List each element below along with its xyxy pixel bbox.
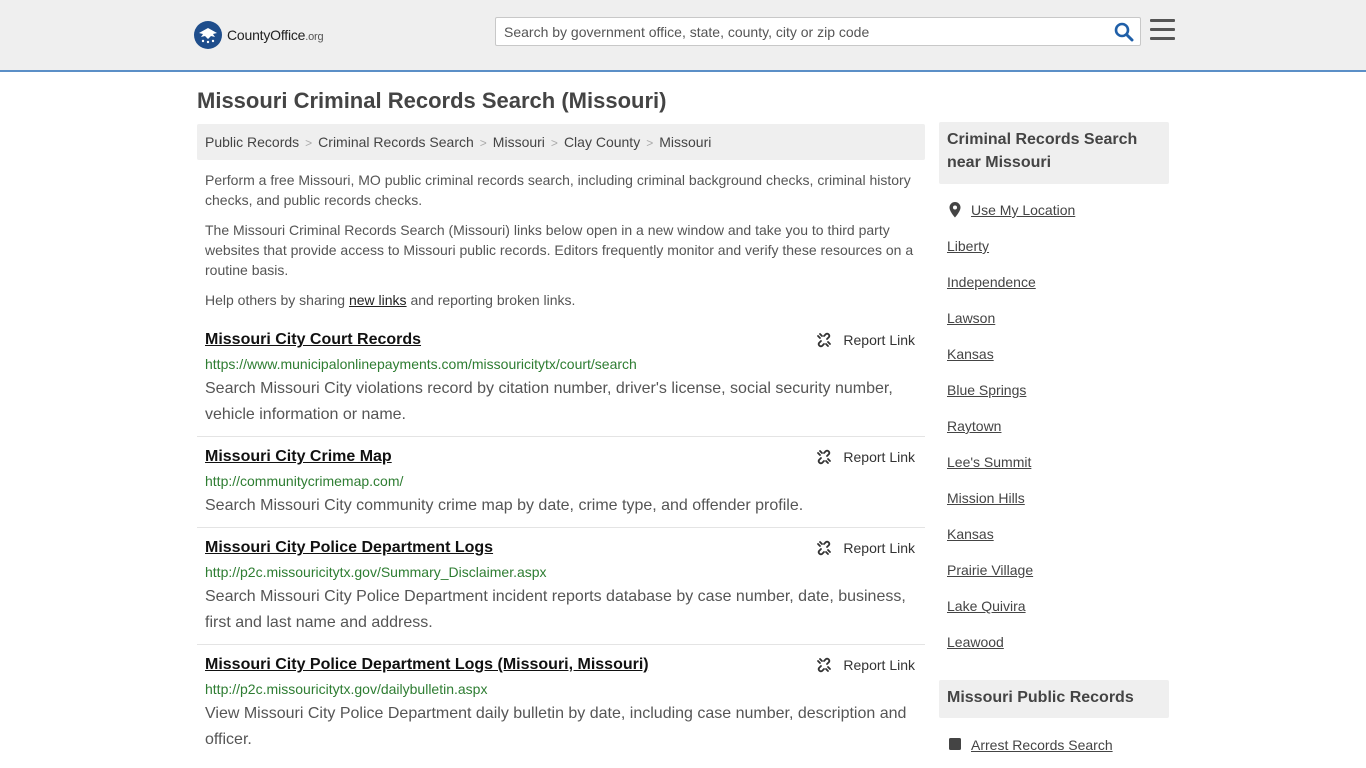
nearby-link-kansas-2[interactable]: Kansas	[947, 526, 994, 542]
search-button[interactable]	[1114, 22, 1134, 42]
arrest-records-search-link[interactable]: Arrest Records Search	[971, 737, 1113, 753]
site-logo[interactable]: CountyOffice.org	[194, 20, 324, 50]
breadcrumb-clay-county[interactable]: Clay County	[564, 134, 640, 150]
nearby-link-lake-quivira[interactable]: Lake Quivira	[947, 598, 1026, 614]
report-link-button[interactable]: Report Link	[816, 540, 915, 556]
map-pin-icon	[949, 202, 961, 218]
help-text-before: Help others by sharing	[205, 292, 349, 308]
help-text-after: and reporting broken links.	[406, 292, 576, 308]
result-item: Missouri City Court Records Report Link …	[197, 331, 925, 437]
eagle-logo-icon	[194, 21, 222, 49]
breadcrumb-current: Missouri	[659, 134, 712, 150]
nearby-link-lees-summit[interactable]: Lee's Summit	[947, 454, 1031, 470]
result-url: https://www.municipalonlinepayments.com/…	[205, 356, 637, 372]
result-title-link[interactable]: Missouri City Court Records	[205, 331, 421, 349]
page-title: Missouri Criminal Records Search (Missou…	[197, 88, 667, 113]
result-item: Missouri City Police Department Logs (Mi…	[197, 656, 925, 768]
report-link-button[interactable]: Report Link	[816, 449, 915, 465]
nearby-link-independence[interactable]: Independence	[947, 274, 1036, 290]
breadcrumb-separator-icon: >	[479, 136, 487, 150]
intro-paragraph: Perform a free Missouri, MO public crimi…	[205, 172, 911, 208]
breadcrumb-separator-icon: >	[305, 136, 313, 150]
nearby-heading: Criminal Records Search near Missouri	[939, 122, 1169, 184]
result-item: Missouri City Police Department Logs Rep…	[197, 539, 925, 645]
result-description: Search Missouri City violations record b…	[205, 380, 893, 423]
site-header: CountyOffice.org	[0, 0, 1366, 72]
broken-link-icon	[817, 657, 832, 673]
logo-text: CountyOffice	[227, 27, 306, 43]
breadcrumb-criminal-records-search[interactable]: Criminal Records Search	[318, 134, 474, 150]
report-link-label: Report Link	[843, 540, 915, 556]
nearby-link-blue-springs[interactable]: Blue Springs	[947, 382, 1026, 398]
broken-link-icon	[817, 332, 832, 348]
result-description: View Missouri City Police Department dai…	[205, 705, 907, 748]
result-title-link[interactable]: Missouri City Police Department Logs (Mi…	[205, 656, 649, 674]
broken-link-icon	[817, 540, 832, 556]
new-links-link[interactable]: new links	[349, 292, 407, 308]
search-icon	[1114, 22, 1134, 42]
report-link-label: Report Link	[843, 332, 915, 348]
nearby-link-mission-hills[interactable]: Mission Hills	[947, 490, 1025, 506]
result-url: http://p2c.missouricitytx.gov/dailybulle…	[205, 681, 488, 697]
breadcrumb-separator-icon: >	[550, 136, 558, 150]
breadcrumb-public-records[interactable]: Public Records	[205, 134, 299, 150]
report-link-label: Report Link	[843, 657, 915, 673]
report-link-button[interactable]: Report Link	[816, 332, 915, 348]
breadcrumb: Public Records > Criminal Records Search > M…	[197, 124, 925, 160]
breadcrumb-separator-icon: >	[646, 136, 654, 150]
nearby-link-lawson[interactable]: Lawson	[947, 310, 995, 326]
result-description: Search Missouri City community crime map…	[205, 497, 804, 514]
result-title-link[interactable]: Missouri City Crime Map	[205, 448, 392, 466]
logo-suffix: .org	[305, 31, 324, 43]
result-title-link[interactable]: Missouri City Police Department Logs	[205, 539, 493, 557]
nearby-link-raytown[interactable]: Raytown	[947, 418, 1001, 434]
search-box	[495, 17, 1141, 46]
disclaimer-paragraph: The Missouri Criminal Records Search (Mi…	[205, 222, 914, 278]
public-records-heading: Missouri Public Records	[939, 680, 1169, 718]
nearby-link-prairie-village[interactable]: Prairie Village	[947, 562, 1033, 578]
broken-link-icon	[817, 449, 832, 465]
report-link-button[interactable]: Report Link	[816, 657, 915, 673]
use-my-location-link[interactable]: Use My Location	[971, 202, 1075, 218]
hamburger-menu-icon[interactable]	[1150, 19, 1175, 41]
nearby-link-leawood[interactable]: Leawood	[947, 634, 1004, 650]
nearby-link-kansas[interactable]: Kansas	[947, 346, 994, 362]
breadcrumb-missouri-state[interactable]: Missouri	[493, 134, 545, 150]
help-paragraph: Help others by sharing new links and rep…	[205, 290, 917, 310]
result-item: Missouri City Crime Map Report Link http…	[197, 448, 925, 528]
nearby-link-liberty[interactable]: Liberty	[947, 238, 989, 254]
search-input[interactable]	[496, 18, 1106, 45]
square-bullet-icon	[949, 738, 961, 750]
report-link-label: Report Link	[843, 449, 915, 465]
result-description: Search Missouri City Police Department i…	[205, 588, 906, 631]
result-url: http://communitycrimemap.com/	[205, 473, 404, 489]
result-url: http://p2c.missouricitytx.gov/Summary_Di…	[205, 564, 547, 580]
